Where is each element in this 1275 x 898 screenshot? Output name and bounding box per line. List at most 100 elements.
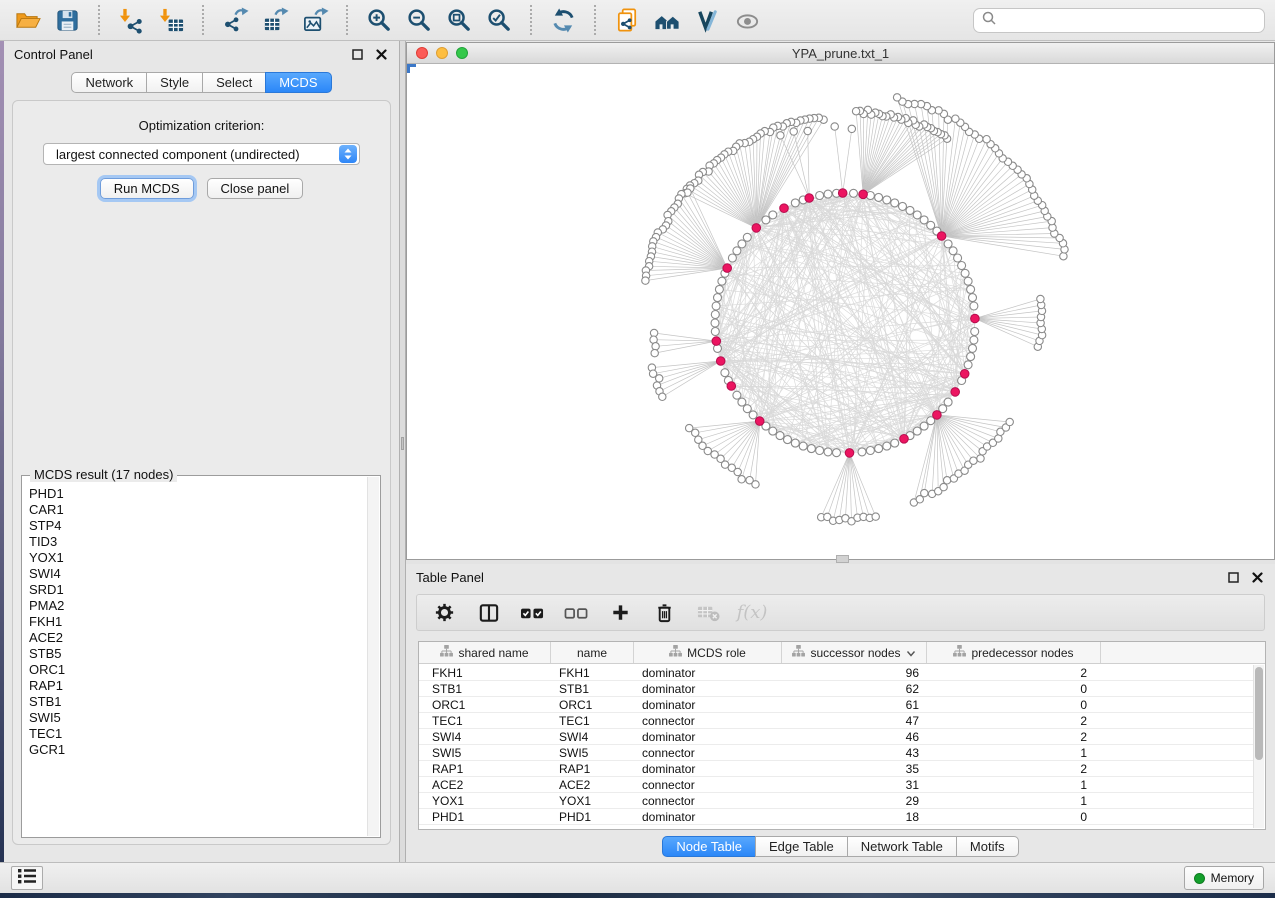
cell-MCDS-role[interactable]: dominator: [634, 810, 782, 824]
zoom-in-button[interactable]: [362, 3, 396, 37]
table-row-SWI5[interactable]: SWI5SWI5connector431: [419, 745, 1253, 761]
zoom-out-button[interactable]: [402, 3, 436, 37]
cell-successor-nodes[interactable]: 96: [782, 666, 927, 680]
cell-MCDS-role[interactable]: connector: [634, 746, 782, 760]
cell-MCDS-role[interactable]: dominator: [634, 698, 782, 712]
close-table-panel-button[interactable]: [1249, 569, 1265, 585]
cell-successor-nodes[interactable]: 43: [782, 746, 927, 760]
cell-shared-name[interactable]: TEC1: [419, 714, 551, 728]
column-header-shared-name[interactable]: shared name: [419, 642, 551, 663]
cell-predecessor-nodes[interactable]: 2: [927, 714, 1101, 728]
cell-shared-name[interactable]: YOX1: [419, 794, 551, 808]
zoom-fit-button[interactable]: [442, 3, 476, 37]
open-file-button[interactable]: [10, 3, 44, 37]
mcds-result-item[interactable]: GCR1: [24, 742, 366, 758]
mcds-result-item[interactable]: STB1: [24, 694, 366, 710]
mcds-result-item[interactable]: FKH1: [24, 614, 366, 630]
cell-predecessor-nodes[interactable]: 2: [927, 666, 1101, 680]
table-scrollbar[interactable]: [1253, 665, 1264, 828]
mcds-result-item[interactable]: TID3: [24, 534, 366, 550]
export-image-button[interactable]: [298, 3, 332, 37]
export-network-button[interactable]: [218, 3, 252, 37]
search-input[interactable]: [1001, 12, 1256, 28]
cell-name[interactable]: YOX1: [551, 794, 634, 808]
cell-shared-name[interactable]: ACE2: [419, 778, 551, 792]
cell-successor-nodes[interactable]: 18: [782, 810, 927, 824]
cell-MCDS-role[interactable]: connector: [634, 714, 782, 728]
mcds-result-item[interactable]: ORC1: [24, 662, 366, 678]
cell-successor-nodes[interactable]: 46: [782, 730, 927, 744]
function-builder-button[interactable]: f(x): [739, 600, 765, 626]
mcds-result-item[interactable]: CAR1: [24, 502, 366, 518]
tab-network-table[interactable]: Network Table: [847, 836, 957, 857]
tab-mcds[interactable]: MCDS: [265, 72, 331, 93]
cell-name[interactable]: ORC1: [551, 698, 634, 712]
column-header-predecessor-nodes[interactable]: predecessor nodes: [927, 642, 1101, 663]
cell-successor-nodes[interactable]: 35: [782, 762, 927, 776]
run-mcds-button[interactable]: Run MCDS: [100, 178, 194, 199]
home-button[interactable]: [650, 3, 684, 37]
cell-name[interactable]: ACE2: [551, 778, 634, 792]
cell-MCDS-role[interactable]: connector: [634, 778, 782, 792]
cell-successor-nodes[interactable]: 31: [782, 778, 927, 792]
table-row-PHD1[interactable]: PHD1PHD1dominator180: [419, 809, 1253, 825]
cell-successor-nodes[interactable]: 62: [782, 682, 927, 696]
column-header-MCDS-role[interactable]: MCDS role: [634, 642, 782, 663]
mcds-result-scrollbar[interactable]: [367, 477, 379, 836]
cell-predecessor-nodes[interactable]: 2: [927, 730, 1101, 744]
select-all-rows-button[interactable]: [519, 600, 545, 626]
cell-predecessor-nodes[interactable]: 0: [927, 810, 1101, 824]
table-row-STB1[interactable]: STB1STB1dominator620: [419, 681, 1253, 697]
float-panel-button[interactable]: [349, 46, 365, 62]
cell-predecessor-nodes[interactable]: 1: [927, 746, 1101, 760]
save-session-button[interactable]: [50, 3, 84, 37]
tab-motifs[interactable]: Motifs: [956, 836, 1019, 857]
network-overview-button[interactable]: [610, 3, 644, 37]
create-column-button[interactable]: [607, 600, 633, 626]
cell-successor-nodes[interactable]: 29: [782, 794, 927, 808]
mcds-result-item[interactable]: RAP1: [24, 678, 366, 694]
cell-predecessor-nodes[interactable]: 0: [927, 698, 1101, 712]
delete-columns-button[interactable]: [651, 600, 677, 626]
mcds-result-item[interactable]: SRD1: [24, 582, 366, 598]
mcds-result-item[interactable]: PHD1: [24, 486, 366, 502]
cell-successor-nodes[interactable]: 47: [782, 714, 927, 728]
cell-MCDS-role[interactable]: dominator: [634, 762, 782, 776]
table-row-FKH1[interactable]: FKH1FKH1dominator962: [419, 665, 1253, 681]
cell-MCDS-role[interactable]: dominator: [634, 730, 782, 744]
cell-name[interactable]: RAP1: [551, 762, 634, 776]
cell-name[interactable]: SWI5: [551, 746, 634, 760]
column-header-successor-nodes[interactable]: successor nodes: [782, 642, 927, 663]
export-table-button[interactable]: [258, 3, 292, 37]
import-network-button[interactable]: [114, 3, 148, 37]
cell-shared-name[interactable]: FKH1: [419, 666, 551, 680]
cell-name[interactable]: STB1: [551, 682, 634, 696]
mcds-result-item[interactable]: PMA2: [24, 598, 366, 614]
tab-style[interactable]: Style: [146, 72, 203, 93]
cell-MCDS-role[interactable]: dominator: [634, 682, 782, 696]
show-columns-button[interactable]: [475, 600, 501, 626]
mcds-result-item[interactable]: SWI5: [24, 710, 366, 726]
horizontal-splitter-handle[interactable]: [836, 555, 849, 563]
cell-shared-name[interactable]: PHD1: [419, 810, 551, 824]
tab-node-table[interactable]: Node Table: [662, 836, 756, 857]
tab-select[interactable]: Select: [202, 72, 266, 93]
status-menu-button[interactable]: [11, 866, 43, 890]
mcds-result-item[interactable]: STB5: [24, 646, 366, 662]
mcds-result-item[interactable]: SWI4: [24, 566, 366, 582]
float-table-panel-button[interactable]: [1225, 569, 1241, 585]
cell-predecessor-nodes[interactable]: 1: [927, 794, 1101, 808]
cell-predecessor-nodes[interactable]: 0: [927, 682, 1101, 696]
import-table-button[interactable]: [154, 3, 188, 37]
vertical-splitter[interactable]: [399, 41, 406, 862]
table-row-SWI4[interactable]: SWI4SWI4dominator462: [419, 729, 1253, 745]
network-graph[interactable]: [407, 64, 1274, 559]
memory-button[interactable]: Memory: [1184, 866, 1264, 890]
close-mcds-panel-button[interactable]: Close panel: [207, 178, 304, 199]
delete-table-button[interactable]: [695, 600, 721, 626]
deselect-all-rows-button[interactable]: [563, 600, 589, 626]
cell-shared-name[interactable]: SWI4: [419, 730, 551, 744]
mcds-result-item[interactable]: YOX1: [24, 550, 366, 566]
criterion-select[interactable]: largest connected component (undirected): [43, 143, 360, 165]
graph-satellite-nodes[interactable]: [642, 94, 1068, 525]
